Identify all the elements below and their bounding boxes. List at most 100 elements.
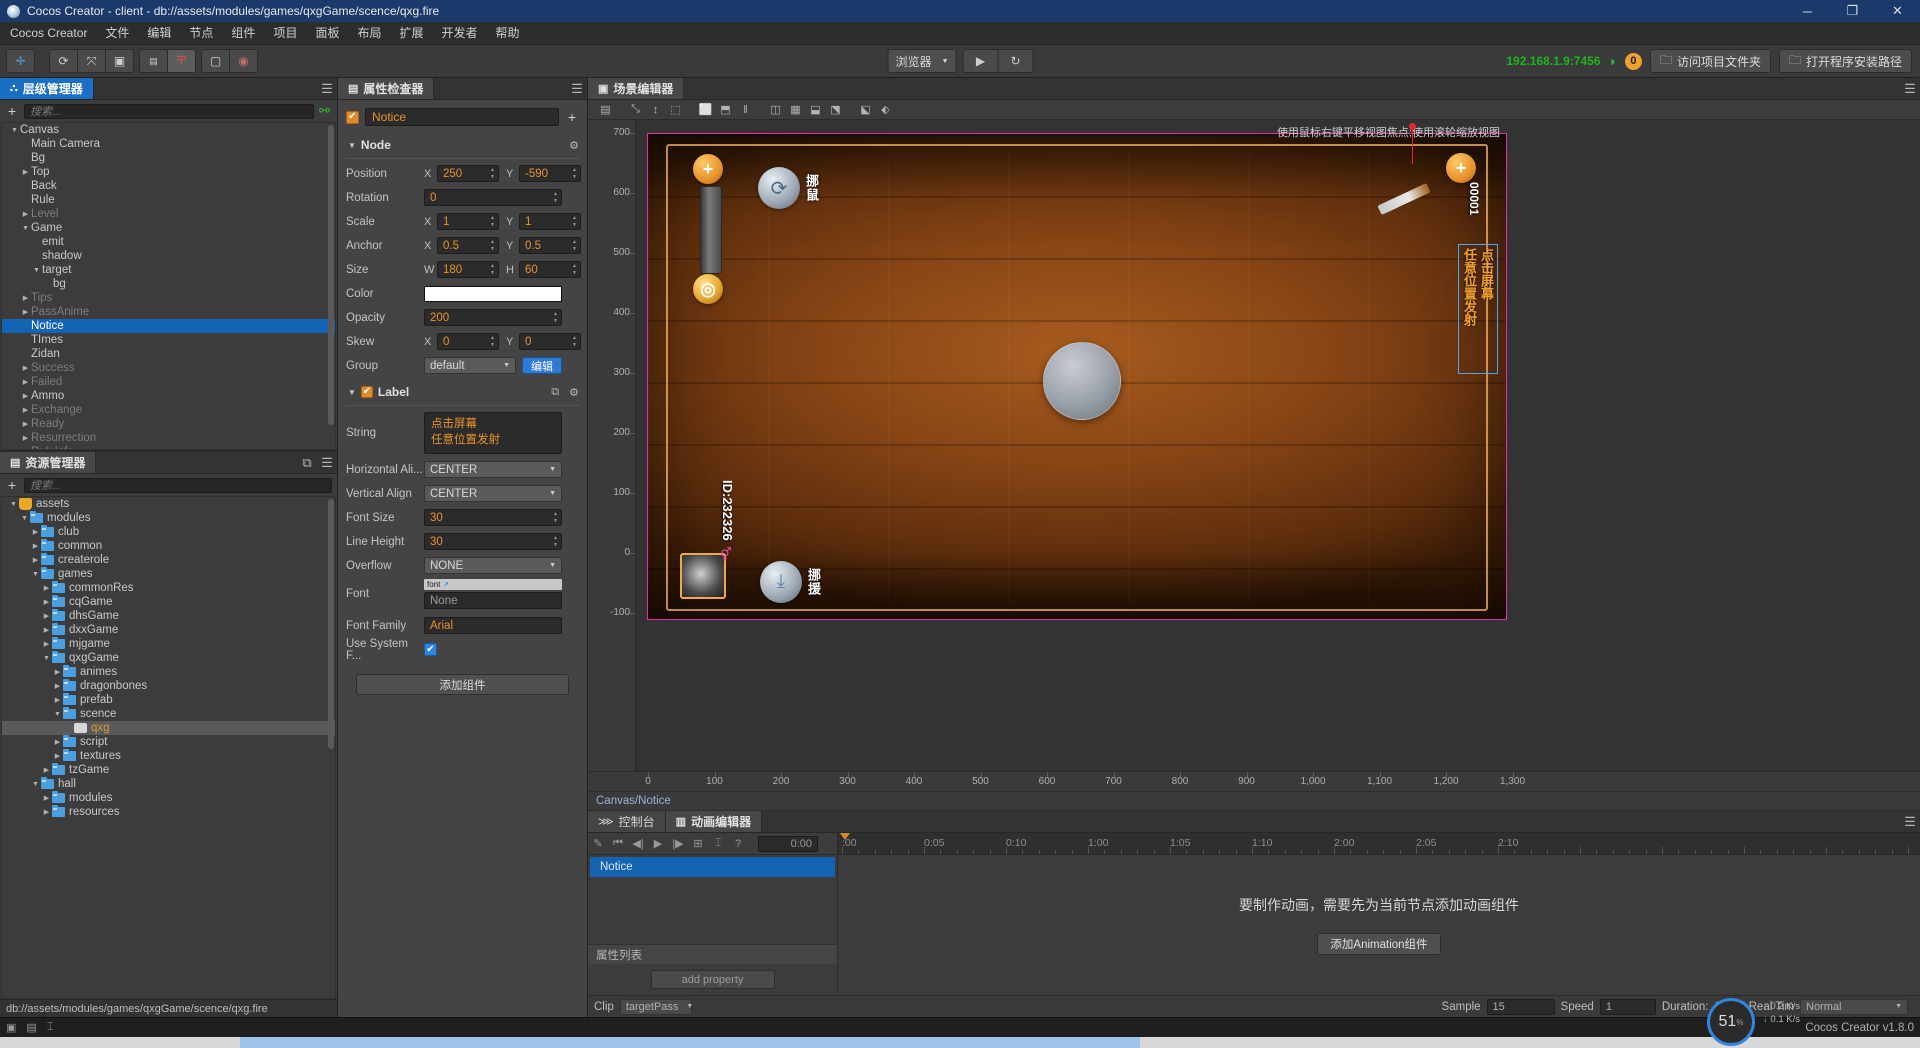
color-swatch[interactable] <box>424 285 562 302</box>
menu-item-7[interactable]: 布局 <box>348 22 390 45</box>
asset-item-createrole[interactable]: ▶ createrole <box>2 553 335 567</box>
notice-node-overlay[interactable]: 点击屏幕 任意位置发射 <box>1458 244 1498 374</box>
h-align-select[interactable]: CENTER ▼ <box>424 461 562 478</box>
chevron-right-icon[interactable]: ▶ <box>20 364 31 372</box>
game-canvas[interactable]: 使用鼠标右键平移视图焦点;使用滚轮缩放视图 + ◎ ⟳ 挪鼠 + 00001 点… <box>647 123 1507 620</box>
tab-animation[interactable]: ▥ 动画编辑器 <box>665 811 763 832</box>
chevron-right-icon[interactable]: ▶ <box>20 434 31 442</box>
chevron-down-icon[interactable]: ▼ <box>52 711 63 718</box>
chevron-right-icon[interactable]: ▶ <box>30 556 41 564</box>
asset-item-tzgame[interactable]: ▶ tzGame <box>2 763 335 777</box>
chevron-right-icon[interactable]: ▶ <box>20 448 31 449</box>
hierarchy-node-ammo[interactable]: ▶ Ammo <box>2 389 335 403</box>
scene-tool-1[interactable]: ⤡ <box>626 102 645 118</box>
tab-hierarchy[interactable]: ⛬ 层级管理器 <box>0 78 94 99</box>
menu-item-9[interactable]: 开发者 <box>433 22 487 45</box>
asset-item-animes[interactable]: ▶ animes <box>2 665 335 679</box>
insert-icon[interactable]: ⌶ <box>708 835 728 853</box>
spinner-icon[interactable]: ▲ ▼ <box>570 239 579 252</box>
menu-item-1[interactable]: 文件 <box>96 22 138 45</box>
scale-x-input[interactable]: 1 ▲ ▼ <box>437 213 499 230</box>
withdraw-button[interactable]: ⤓ 挪援 <box>760 561 842 603</box>
spinner-icon[interactable]: ▲ ▼ <box>570 167 579 180</box>
chevron-down-icon[interactable]: ▼ <box>19 515 30 522</box>
add-token-button-right[interactable]: + <box>1446 153 1476 183</box>
hierarchy-scrollbar[interactable] <box>328 125 334 425</box>
chevron-right-icon[interactable]: ▶ <box>52 682 63 690</box>
chevron-right-icon[interactable]: ▶ <box>41 584 52 592</box>
opacity-input[interactable]: 200 ▲ ▼ <box>424 309 562 326</box>
hierarchy-node-level[interactable]: ▶ Level <box>2 207 335 221</box>
list-icon[interactable]: ▤ <box>26 1021 36 1034</box>
animation-node-row[interactable]: Notice <box>590 857 835 877</box>
chevron-down-icon[interactable]: ▼ <box>30 571 41 578</box>
hierarchy-node-failed[interactable]: ▶ Failed <box>2 375 335 389</box>
spinner-icon[interactable]: ▲ ▼ <box>551 311 560 324</box>
font-value-field[interactable]: None <box>424 592 562 609</box>
scene-tool-0[interactable]: ▤ <box>596 102 615 118</box>
gear-icon[interactable]: ⚙ <box>564 139 579 152</box>
size-w-input[interactable]: 180 ▲ ▼ <box>437 261 499 278</box>
copy-icon[interactable]: ⧉ <box>546 386 559 399</box>
asset-item-textures[interactable]: ▶ textures <box>2 749 335 763</box>
assets-scrollbar[interactable] <box>328 499 334 749</box>
chevron-right-icon[interactable]: ▶ <box>20 308 31 316</box>
current-time-field[interactable]: 0:00 <box>758 835 818 852</box>
label-enabled-checkbox[interactable] <box>360 386 373 398</box>
spinner-icon[interactable]: ▲ ▼ <box>551 535 560 548</box>
chevron-right-icon[interactable]: ▶ <box>20 294 31 302</box>
move-tool-button[interactable]: ✛ <box>6 49 35 73</box>
asset-item-games[interactable]: ▼ games <box>2 567 335 581</box>
add-key-icon[interactable]: ⊞ <box>688 835 708 853</box>
asset-item-modules[interactable]: ▶ modules <box>2 791 335 805</box>
anchor-y-input[interactable]: 0.5 ▲ ▼ <box>519 237 581 254</box>
chevron-down-icon[interactable]: ▼ <box>20 225 31 232</box>
hierarchy-node-back[interactable]: ▶Back <box>2 179 335 193</box>
hierarchy-node-notice[interactable]: ▶Notice <box>2 319 335 333</box>
chevron-right-icon[interactable]: ▶ <box>52 752 63 760</box>
scene-tool-7[interactable]: ◫ <box>766 102 785 118</box>
tab-scene-editor[interactable]: ▣ 场景编辑器 <box>588 78 685 99</box>
node-name-input[interactable]: Notice <box>365 108 559 126</box>
maximize-button[interactable]: ❐ <box>1830 0 1875 22</box>
tab-console[interactable]: ⋙ 控制台 <box>588 811 666 832</box>
hierarchy-node-rule[interactable]: ▶Rule <box>2 193 335 207</box>
sample-input[interactable]: 15 <box>1486 998 1555 1015</box>
group-select[interactable]: default ▼ <box>424 357 516 374</box>
chevron-down-icon[interactable]: ▼ <box>41 655 52 662</box>
timeline-header[interactable]: :00 0:05 0:10 1:00 1:05 1:10 2:00 2:05 2:10 <box>838 833 1920 855</box>
asset-item-cqgame[interactable]: ▶ cqGame <box>2 595 335 609</box>
spinner-icon[interactable]: ▲ ▼ <box>488 335 497 348</box>
window-tile-icon[interactable]: ▣ <box>6 1021 16 1034</box>
chevron-right-icon[interactable]: ▶ <box>20 168 31 176</box>
asset-item-assets[interactable]: ▼ assets <box>2 497 335 511</box>
asset-item-resources[interactable]: ▶ resources <box>2 805 335 819</box>
spinner-icon[interactable]: ▲ ▼ <box>488 167 497 180</box>
hierarchy-node-top[interactable]: ▶ Top <box>2 165 335 179</box>
asset-item-hall[interactable]: ▼ hall <box>2 777 335 791</box>
hierarchy-node-times[interactable]: ▶TImes <box>2 333 335 347</box>
skip-start-icon[interactable]: ⏮ <box>608 835 628 853</box>
prev-frame-icon[interactable]: ◀| <box>628 835 648 853</box>
scene-tool-11[interactable]: ⬕ <box>856 102 875 118</box>
hierarchy-node-emit[interactable]: ▶emit <box>2 235 335 249</box>
chevron-right-icon[interactable]: ▶ <box>41 598 52 606</box>
hierarchy-node-canvas[interactable]: ▼ Canvas <box>2 123 335 137</box>
chevron-right-icon[interactable]: ▶ <box>52 668 63 676</box>
help-icon[interactable]: ? <box>728 835 748 853</box>
chevron-right-icon[interactable]: ▶ <box>52 738 63 746</box>
skew-y-input[interactable]: 0 ▲ ▼ <box>519 333 581 350</box>
hierarchy-node-success[interactable]: ▶ Success <box>2 361 335 375</box>
refresh-preview-button[interactable]: ↻ <box>997 49 1034 73</box>
menu-item-4[interactable]: 组件 <box>222 22 264 45</box>
add-property-button[interactable]: add property <box>650 970 775 989</box>
chevron-right-icon[interactable]: ▶ <box>20 392 31 400</box>
hierarchy-node-ruleinfo[interactable]: ▶RuleInfo <box>2 445 335 449</box>
asset-item-commonres[interactable]: ▶ commonRes <box>2 581 335 595</box>
tab-inspector[interactable]: ▤ 属性检查器 <box>338 78 435 99</box>
hierarchy-node-ready[interactable]: ▶ Ready <box>2 417 335 431</box>
scene-tool-6[interactable]: ‖ <box>736 102 755 118</box>
rect-tool-button[interactable]: ▣ <box>105 49 134 73</box>
asset-item-script[interactable]: ▶ script <box>2 735 335 749</box>
rotation-input[interactable]: 0 ▲ ▼ <box>424 189 562 206</box>
